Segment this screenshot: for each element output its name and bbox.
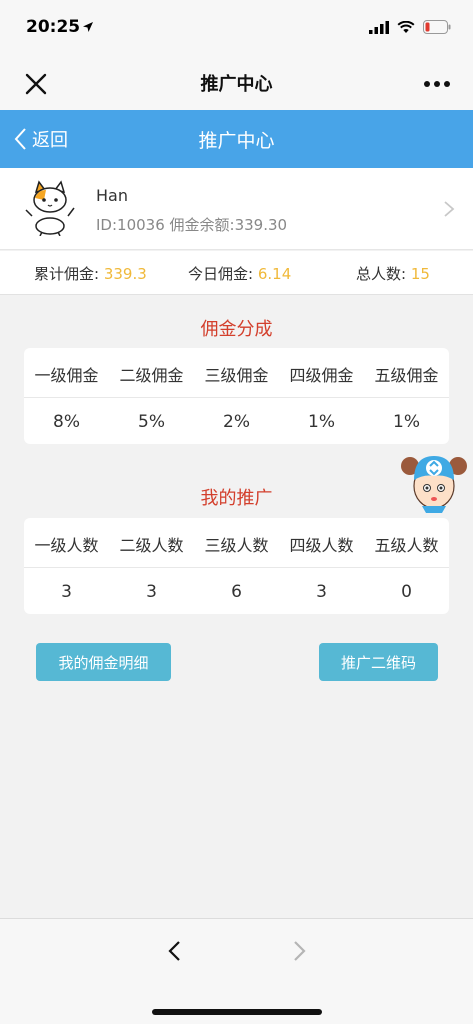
- table-cell: 3: [61, 582, 72, 602]
- status-bar: 20:25: [0, 0, 473, 58]
- home-indicator[interactable]: [152, 1009, 322, 1015]
- table-row: 3 3 6 3 0: [24, 582, 449, 602]
- profile-info: ID:10036 佣金余额:339.30: [96, 216, 288, 234]
- signal-icon: [369, 20, 389, 34]
- table-cell: 1%: [393, 412, 420, 432]
- table-header: 二级佣金: [119, 366, 184, 385]
- promo-qrcode-button[interactable]: 推广二维码: [319, 643, 438, 681]
- promotion-table: 一级人数 二级人数 三级人数 四级人数 五级人数 3 3 6 3 0: [24, 518, 449, 614]
- table-cell: 2%: [223, 412, 250, 432]
- table-cell: 6: [231, 582, 242, 602]
- table-header: 五级人数: [374, 536, 439, 555]
- wechat-title: 推广中心: [200, 74, 273, 95]
- wifi-icon: [397, 20, 415, 33]
- more-icon[interactable]: [423, 80, 451, 88]
- promotion-title: 我的推广: [200, 488, 273, 509]
- divider: [24, 397, 449, 398]
- stats-bar: 累计佣金: 339.3 今日佣金: 6.14 总人数: 15: [0, 251, 473, 295]
- cat-avatar: [25, 180, 75, 236]
- wechat-nav-bar: 推广中心: [0, 58, 473, 110]
- today-commission: 今日佣金: 6.14: [188, 265, 292, 283]
- table-header: 五级佣金: [374, 366, 439, 385]
- commission-details-button[interactable]: 我的佣金明细: [36, 643, 171, 681]
- table-row: 一级佣金 二级佣金 三级佣金 四级佣金 五级佣金: [24, 362, 449, 386]
- divider: [24, 567, 449, 568]
- table-cell: 0: [401, 582, 412, 602]
- table-header: 三级佣金: [204, 366, 269, 385]
- battery-icon: [423, 20, 451, 34]
- page-title: 推广中心: [198, 130, 275, 152]
- browser-toolbar: [0, 918, 473, 1024]
- total-commission: 累计佣金: 339.3: [34, 265, 147, 283]
- chevron-right-icon[interactable]: [288, 939, 310, 963]
- profile-card[interactable]: Han ID:10036 佣金余额:339.30: [0, 168, 473, 250]
- table-cell: 5%: [138, 412, 165, 432]
- table-header: 一级佣金: [34, 366, 99, 385]
- table-header: 四级人数: [289, 536, 354, 555]
- total-people: 总人数: 15: [356, 265, 430, 283]
- table-cell: 3: [146, 582, 157, 602]
- commission-title: 佣金分成: [200, 319, 273, 340]
- table-header: 二级人数: [119, 536, 184, 555]
- chevron-right-icon: [444, 201, 455, 217]
- page-header: 返回 推广中心: [0, 110, 473, 168]
- table-row: 8% 5% 2% 1% 1%: [24, 412, 449, 432]
- status-time: 20:25: [26, 17, 81, 37]
- profile-name: Han: [96, 186, 128, 205]
- commission-table: 一级佣金 二级佣金 三级佣金 四级佣金 五级佣金 8% 5% 2% 1% 1%: [24, 348, 449, 444]
- table-header: 三级人数: [204, 536, 269, 555]
- table-cell: 8%: [53, 412, 80, 432]
- location-arrow-icon: [83, 22, 93, 32]
- table-cell: 1%: [308, 412, 335, 432]
- table-header: 四级佣金: [289, 366, 354, 385]
- table-header: 一级人数: [34, 536, 99, 555]
- table-cell: 3: [316, 582, 327, 602]
- table-row: 一级人数 二级人数 三级人数 四级人数 五级人数: [24, 532, 449, 556]
- chevron-left-icon[interactable]: [164, 939, 186, 963]
